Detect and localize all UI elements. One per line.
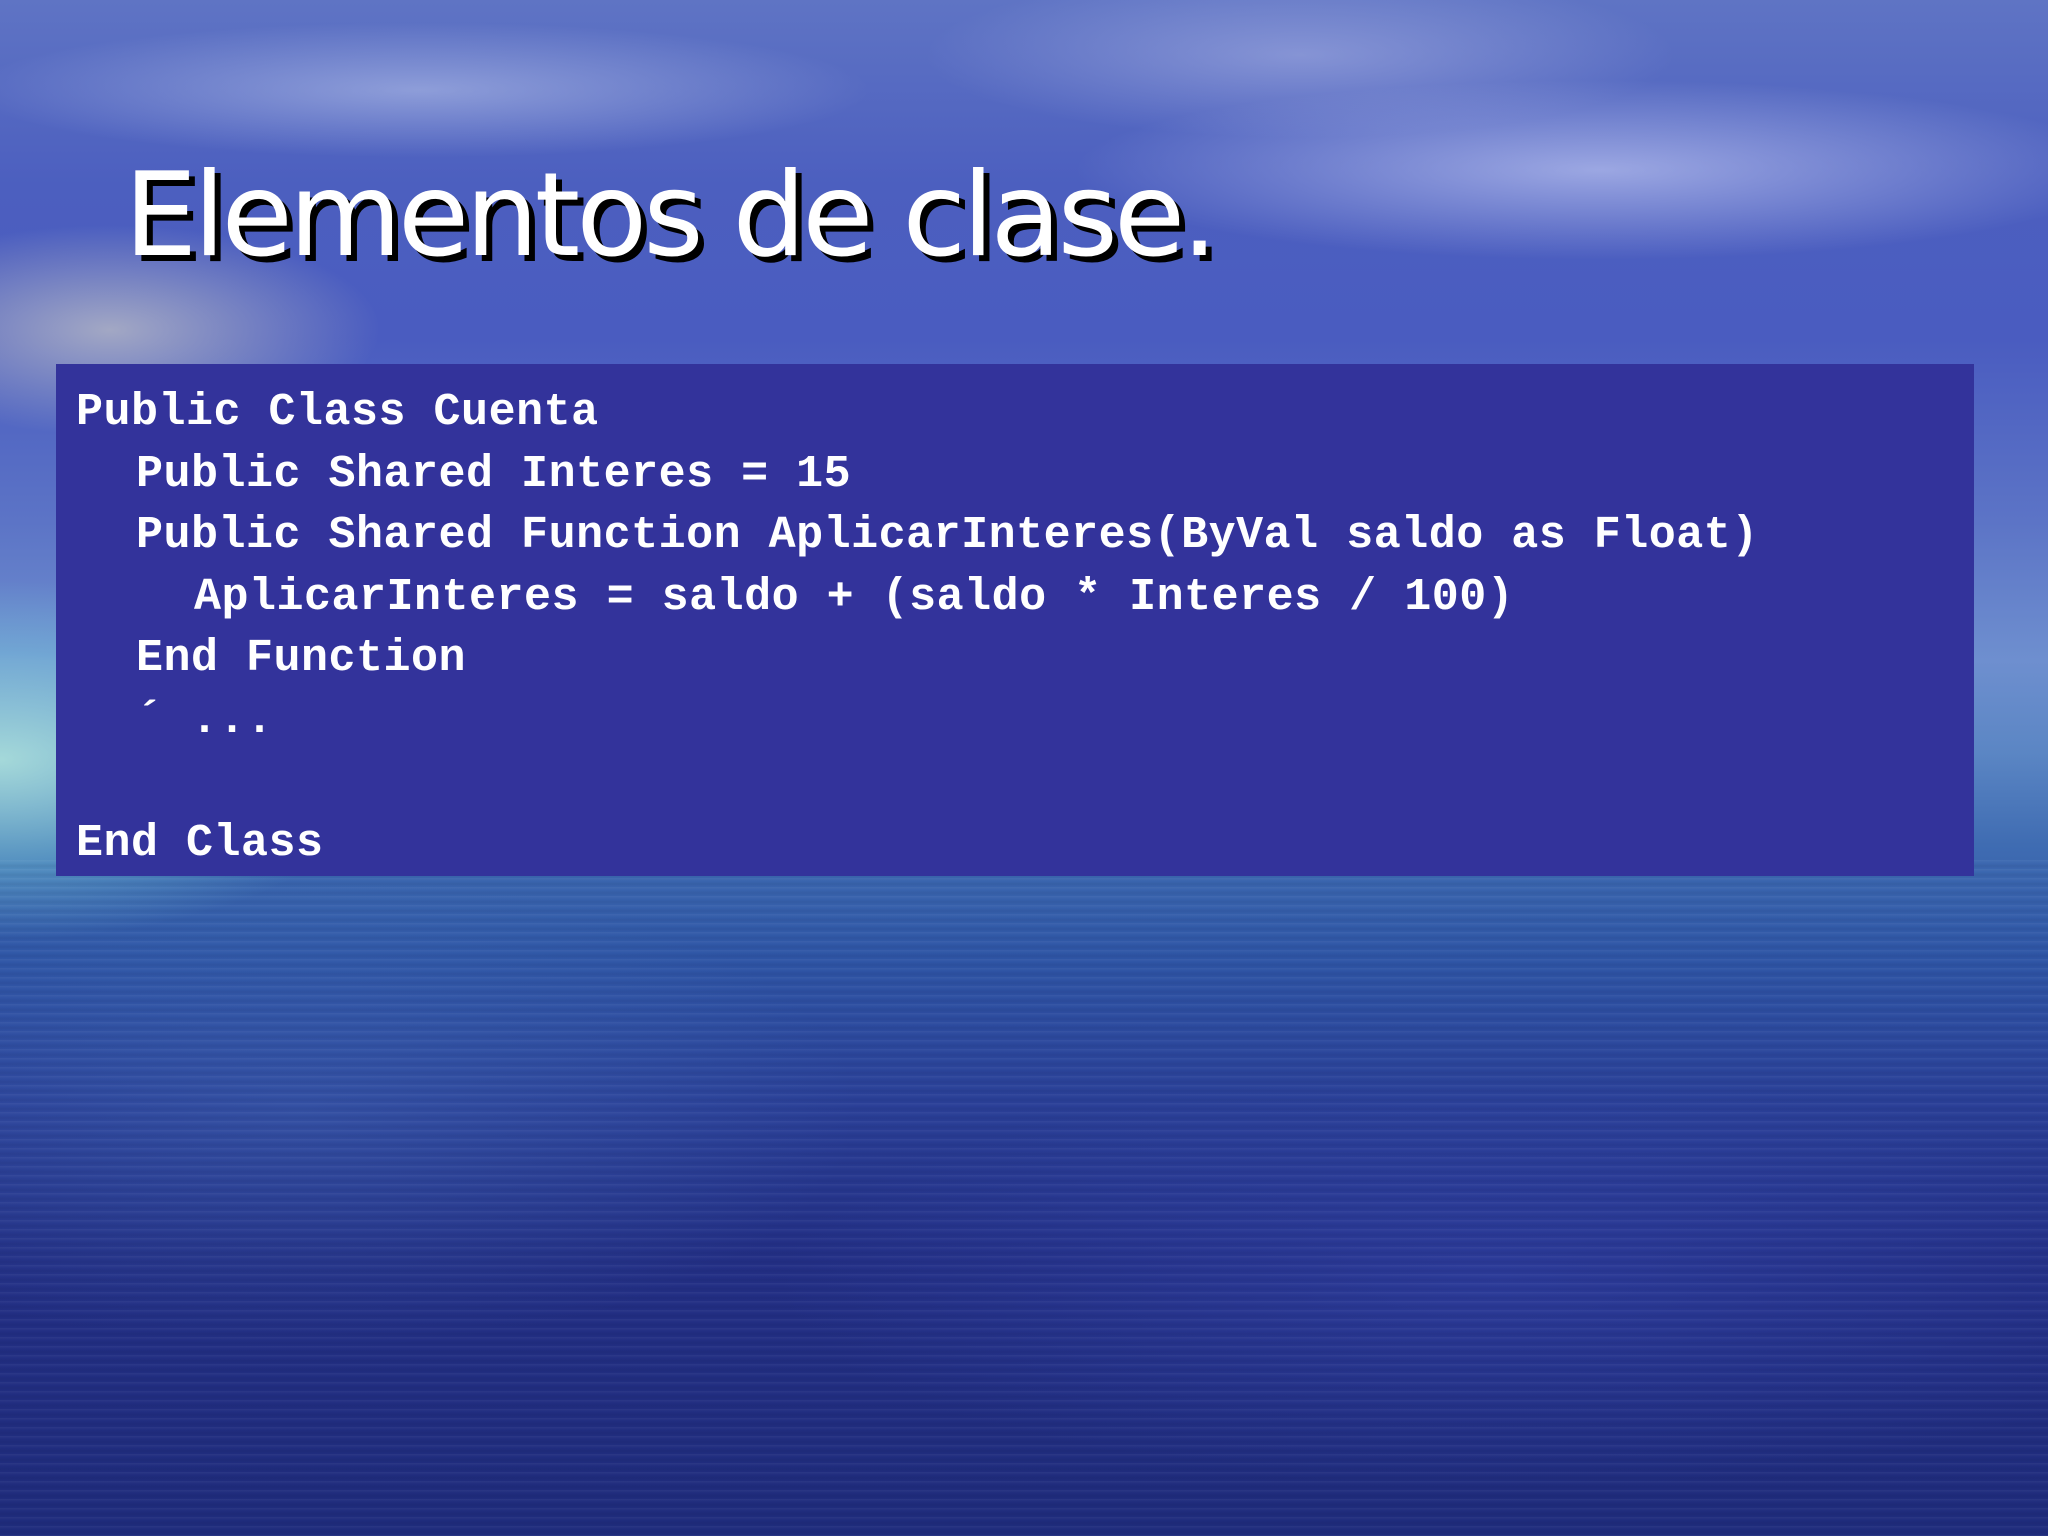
- code-line-shared-field: Public Shared Interes = 15: [136, 448, 852, 500]
- code-block: Public Class Cuenta Public Shared Intere…: [56, 364, 1974, 876]
- code-line-function-body: AplicarInteres = saldo + (saldo * Intere…: [194, 571, 1515, 623]
- code-line-function-declaration: Public Shared Function AplicarInteres(By…: [136, 510, 1759, 561]
- code-line-end-function: End Function: [136, 633, 467, 684]
- ocean-background: [0, 860, 2048, 1536]
- code-line-end-class: End Class: [76, 817, 324, 869]
- code-line-comment: ´ ...: [136, 694, 274, 746]
- code-line-class-declaration: Public Class Cuenta: [76, 387, 599, 438]
- slide-title: Elementos de clase.: [124, 148, 1218, 283]
- slide: Elementos de clase. Public Class Cuenta …: [0, 0, 2048, 1536]
